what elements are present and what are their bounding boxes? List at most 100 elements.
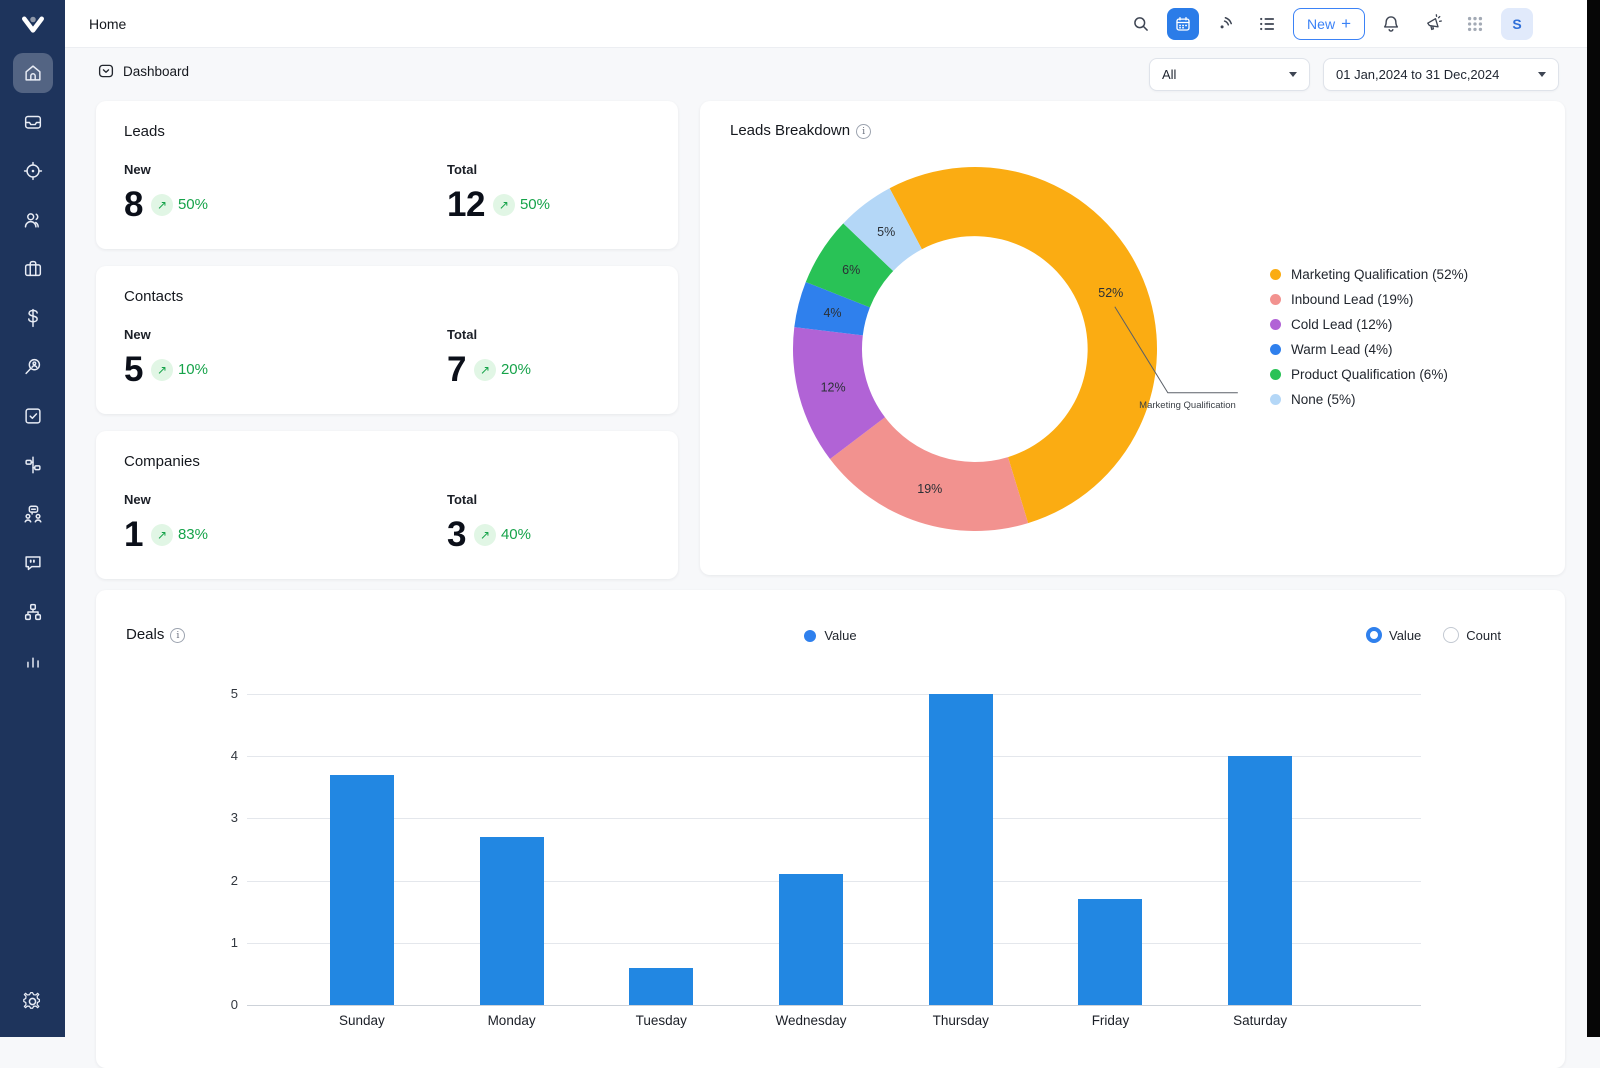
sidebar-item-deals[interactable] [13,298,53,338]
sidebar-item-leads[interactable] [13,151,53,191]
card-title: Contacts [124,288,650,305]
x-tick-label: Saturday [1185,1013,1335,1028]
leads-breakdown-title: Leads Breakdown i [730,122,871,140]
card-title: Companies [124,453,650,470]
stat-change-pct: 40% [501,526,531,543]
announcements-megaphone-icon[interactable] [1417,8,1449,40]
gridline [247,1005,1421,1006]
sidebar-item-team[interactable] [13,494,53,534]
bar[interactable] [330,775,394,1005]
stat-label: New [124,327,447,342]
radio-count[interactable]: Count [1443,627,1501,643]
search-icon[interactable] [1125,8,1157,40]
deals-bar-chart[interactable] [247,694,1421,1005]
stat-change: ↗ 50% [493,194,550,216]
module-filter-select[interactable]: All [1149,58,1310,91]
screen-edge [1587,0,1600,1037]
bar[interactable] [1078,899,1142,1005]
main-content: Dashboard All 01 Jan,2024 to 31 Dec,2024… [65,48,1587,1037]
legend-dot-icon [1270,369,1281,380]
bar[interactable] [929,694,993,1005]
donut-slice-label: 4% [823,306,841,320]
radio-count-label: Count [1466,628,1501,643]
list-icon[interactable] [1251,8,1283,40]
card-title: Leads Breakdown [730,122,850,139]
y-tick-label: 4 [204,748,238,763]
sidebar-item-contacts[interactable] [13,200,53,240]
stat-column: Total 3 ↗ 40% [447,492,531,552]
y-tick-label: 3 [204,810,238,825]
trend-up-icon: ↗ [474,524,496,546]
donut-slice-label: 6% [842,263,860,277]
x-tick-label: Friday [1036,1013,1186,1028]
dashboard-icon [97,62,115,80]
bar[interactable] [1228,756,1292,1005]
trend-up-icon: ↗ [493,194,515,216]
chevron-down-icon [1538,72,1546,77]
sidebar-item-home[interactable] [13,53,53,93]
bar[interactable] [629,968,693,1005]
apps-grid-icon[interactable] [1459,8,1491,40]
sidebar-item-automation[interactable] [13,445,53,485]
x-tick-label: Thursday [886,1013,1036,1028]
trend-up-icon: ↗ [151,359,173,381]
donut-slice-inbound-lead [830,417,1028,531]
legend-item[interactable]: Inbound Lead (19%) [1270,292,1468,307]
legend-item[interactable]: Cold Lead (12%) [1270,317,1468,332]
y-tick-label: 0 [204,997,238,1012]
new-button-label: New [1307,16,1335,32]
stat-column: New 1 ↗ 83% [124,492,447,552]
bar-slot [736,874,886,1005]
calendar-icon[interactable] [1167,8,1199,40]
stat-column: Total 7 ↗ 20% [447,327,531,387]
legend-item[interactable]: Product Qualification (6%) [1270,367,1468,382]
sidebar-item-companies[interactable] [13,249,53,289]
radio-unselected-icon [1443,627,1459,643]
notifications-bell-icon[interactable] [1375,8,1407,40]
broadcast-icon[interactable] [1209,8,1241,40]
donut-slice-cold-lead [793,327,885,459]
legend-label: Warm Lead (4%) [1291,342,1393,357]
stat-label: New [124,492,447,507]
sidebar-item-org-chart[interactable] [13,592,53,632]
stat-label: Total [447,327,531,342]
trend-up-icon: ↗ [474,359,496,381]
sidebar-item-inbox[interactable] [13,102,53,142]
user-avatar[interactable]: S [1501,8,1533,40]
stat-change: ↗ 10% [151,359,208,381]
legend-item[interactable]: None (5%) [1270,392,1468,407]
info-icon[interactable]: i [856,124,871,139]
donut-slice-label: 12% [821,380,846,394]
contacts-stat-card: Contacts New 5 ↗ 10% Total 7 ↗ 20% [96,266,678,414]
new-button[interactable]: New + [1293,8,1365,40]
donut-slice-marketing-qualification [890,167,1157,523]
sidebar-item-chat[interactable] [13,543,53,583]
radio-value[interactable]: Value [1366,627,1421,643]
settings-icon[interactable] [13,981,53,1021]
stat-change-pct: 10% [178,361,208,378]
vtiger-logo-icon[interactable] [13,6,53,46]
bar[interactable] [480,837,544,1005]
stat-value: 8 [124,187,143,222]
legend-item[interactable]: Warm Lead (4%) [1270,342,1468,357]
date-range-value: 01 Jan,2024 to 31 Dec,2024 [1336,67,1499,82]
info-icon[interactable]: i [170,628,185,643]
deals-x-axis: SundayMondayTuesdayWednesdayThursdayFrid… [287,1013,1335,1028]
x-tick-label: Tuesday [586,1013,736,1028]
bar[interactable] [779,874,843,1005]
leads-breakdown-donut-chart[interactable]: 52%Marketing Qualification19%12%4%6%5% [755,129,1315,569]
stat-change-pct: 50% [178,196,208,213]
y-tick-label: 2 [204,873,238,888]
sidebar-item-tasks[interactable] [13,396,53,436]
legend-item[interactable]: Marketing Qualification (52%) [1270,267,1468,282]
dashboard-selector[interactable]: Dashboard [97,62,189,80]
legend-label: Product Qualification (6%) [1291,367,1448,382]
sidebar-item-reports[interactable] [13,641,53,681]
date-range-select[interactable]: 01 Jan,2024 to 31 Dec,2024 [1323,58,1559,91]
stat-change-pct: 20% [501,361,531,378]
sidebar-item-prospecting[interactable] [13,347,53,387]
deals-card: Dealsi Value Value Count 012345 SundayMo… [96,590,1565,1068]
sidebar [0,0,65,1037]
stat-value: 5 [124,352,143,387]
plus-icon: + [1341,15,1351,32]
